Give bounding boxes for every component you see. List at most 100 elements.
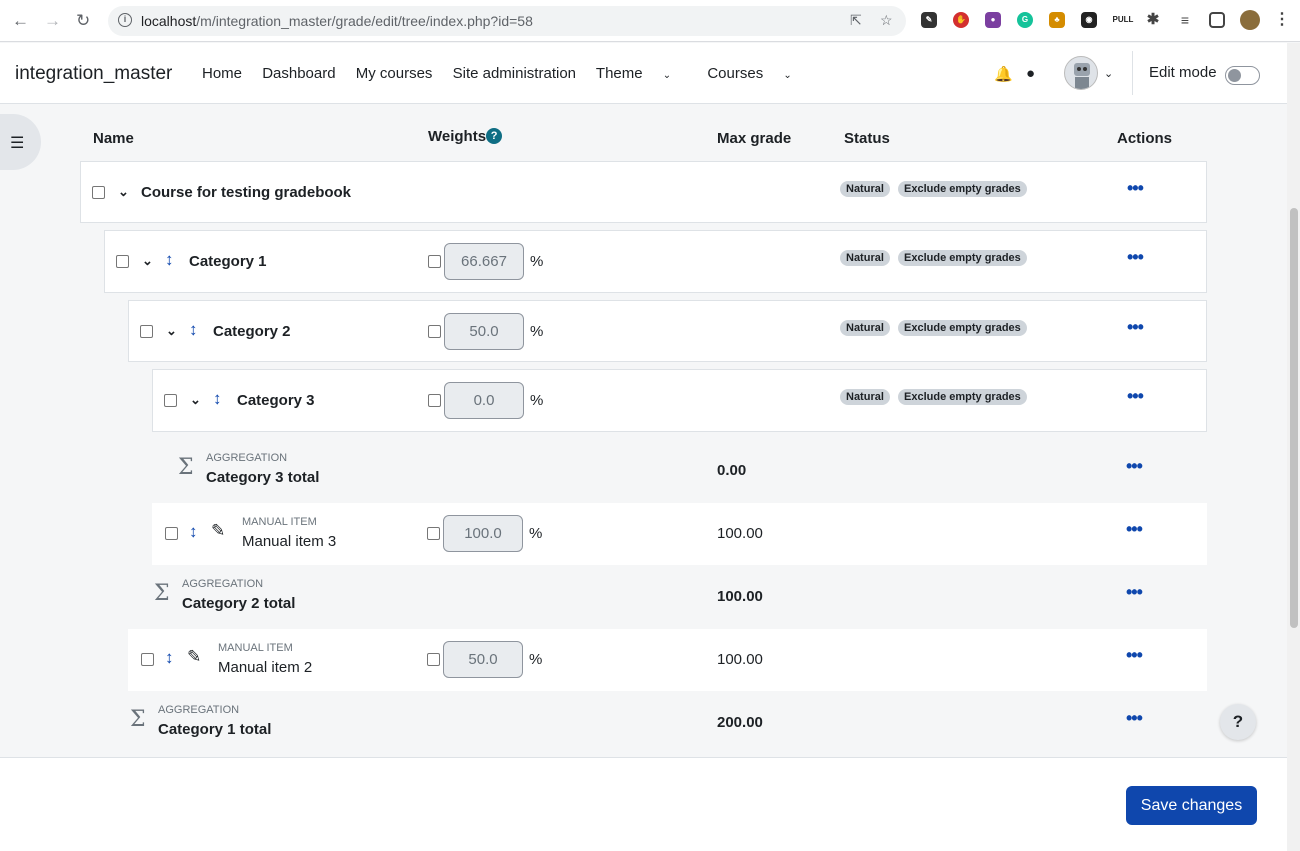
select-checkbox[interactable] [92, 186, 105, 199]
grammarly-extension-icon[interactable]: G [1017, 12, 1033, 28]
glasses-extension-icon[interactable]: ◉ [1081, 12, 1097, 28]
scrollbar-thumb[interactable] [1290, 208, 1298, 628]
side-panel-icon[interactable] [1209, 12, 1225, 28]
move-icon[interactable]: ↕ [165, 648, 174, 668]
save-changes-button[interactable]: Save changes [1126, 786, 1257, 825]
aggregation-row: Σ AGGREGATION Category 3 total 0.00 ••• [176, 440, 1207, 502]
nav-my-courses[interactable]: My courses [356, 65, 433, 82]
profile-avatar-icon[interactable] [1240, 10, 1260, 30]
status-badge: Natural [840, 320, 890, 336]
sigma-icon: Σ [130, 707, 146, 732]
help-icon[interactable]: ? [486, 128, 503, 144]
nav-theme-dropdown[interactable]: Theme ⌄ [596, 65, 687, 82]
header-name: Name [93, 130, 134, 147]
bell-icon[interactable]: 🔔 [994, 65, 1013, 83]
status-badge: Natural [840, 389, 890, 405]
actions-menu-icon[interactable]: ••• [1126, 582, 1143, 603]
percent-label: % [529, 651, 543, 668]
item-name: Category 2 total [182, 595, 296, 612]
bookmark-star-icon[interactable]: ☆ [880, 12, 893, 29]
select-checkbox[interactable] [164, 394, 177, 407]
eyedropper-extension-icon[interactable]: ✎ [921, 12, 937, 28]
weight-input[interactable]: 50.0 [443, 641, 523, 678]
course-index-drawer-button[interactable]: ☰ [0, 114, 41, 170]
weight-override-checkbox[interactable] [427, 653, 440, 666]
weight-input[interactable]: 0.0 [444, 382, 524, 419]
weight-override-checkbox[interactable] [428, 325, 441, 338]
sigma-icon: Σ [178, 455, 194, 480]
status-badge: Exclude empty grades [898, 181, 1027, 197]
site-brand[interactable]: integration_master [15, 63, 172, 85]
actions-menu-icon[interactable]: ••• [1126, 519, 1143, 540]
reload-icon[interactable]: ↻ [76, 11, 90, 31]
browser-toolbar: ← → ↻ i localhost/m/integration_master/g… [0, 0, 1300, 42]
nav-site-administration[interactable]: Site administration [453, 65, 576, 82]
user-menu-chevron-icon[interactable]: ⌄ [1104, 67, 1113, 80]
actions-menu-icon[interactable]: ••• [1127, 178, 1144, 199]
edit-icon[interactable]: ✎ [211, 521, 225, 541]
actions-menu-icon[interactable]: ••• [1127, 386, 1144, 407]
status-badge: Natural [840, 250, 890, 266]
item-type-label: MANUAL ITEM [242, 516, 317, 528]
reading-list-icon[interactable]: ≡ [1177, 12, 1193, 28]
gradebook-setup-table: Name Weights? Max grade Status Actions ⌄… [70, 104, 1217, 757]
browser-menu-icon[interactable]: ⋮ [1274, 12, 1290, 28]
actions-menu-icon[interactable]: ••• [1126, 645, 1143, 666]
edit-mode-toggle[interactable] [1225, 66, 1260, 85]
edit-icon[interactable]: ✎ [187, 647, 201, 667]
chevron-down-icon[interactable]: ⌄ [142, 253, 153, 269]
forward-icon[interactable]: → [44, 11, 61, 31]
select-checkbox[interactable] [116, 255, 129, 268]
grade-item-row: ↕ ✎ MANUAL ITEM Manual item 3 100.0 % 10… [152, 503, 1207, 565]
select-checkbox[interactable] [141, 653, 154, 666]
course-category-row: ⌄ Course for testing gradebook Natural E… [80, 161, 1207, 223]
actions-menu-icon[interactable]: ••• [1127, 247, 1144, 268]
chat-bubble-icon[interactable]: ● [1026, 65, 1035, 82]
move-icon[interactable]: ↕ [165, 250, 174, 270]
nav-home[interactable]: Home [202, 65, 242, 82]
chevron-down-icon[interactable]: ⌄ [166, 323, 177, 339]
weight-override-checkbox[interactable] [427, 527, 440, 540]
select-checkbox[interactable] [140, 325, 153, 338]
move-icon[interactable]: ↕ [189, 320, 198, 340]
site-info-icon[interactable]: i [118, 13, 132, 27]
percent-label: % [530, 392, 544, 409]
share-icon[interactable]: ⇱ [850, 12, 862, 29]
weight-input[interactable]: 50.0 [444, 313, 524, 350]
select-checkbox[interactable] [165, 527, 178, 540]
move-icon[interactable]: ↕ [189, 522, 198, 542]
percent-label: % [529, 525, 543, 542]
percent-label: % [530, 253, 544, 270]
aggregation-row: Σ AGGREGATION Category 1 total 200.00 ••… [128, 692, 1207, 754]
weight-input[interactable]: 66.667 [444, 243, 524, 280]
url-text: localhost/m/integration_master/grade/edi… [141, 13, 533, 29]
chevron-down-icon[interactable]: ⌄ [118, 184, 129, 200]
category-name: Course for testing gradebook [141, 184, 352, 201]
user-avatar[interactable] [1064, 56, 1098, 90]
move-icon[interactable]: ↕ [213, 389, 222, 409]
weight-override-checkbox[interactable] [428, 394, 441, 407]
nav-dashboard[interactable]: Dashboard [262, 65, 335, 82]
pull-extension-icon[interactable]: PULL [1112, 12, 1134, 28]
nav-courses-dropdown[interactable]: Courses ⌄ [707, 65, 807, 82]
color-extension-icon[interactable]: ● [985, 12, 1001, 28]
navbar-divider [1132, 51, 1133, 95]
stop-extension-icon[interactable]: ✋ [953, 12, 969, 28]
help-button[interactable]: ? [1220, 704, 1256, 740]
actions-menu-icon[interactable]: ••• [1126, 708, 1143, 729]
extensions-icon[interactable]: ✱ [1145, 12, 1161, 28]
page-scrollbar[interactable] [1287, 43, 1300, 851]
address-bar[interactable]: i localhost/m/integration_master/grade/e… [108, 6, 906, 36]
item-type-label: AGGREGATION [158, 704, 240, 716]
site-navbar: integration_master Home Dashboard My cou… [0, 43, 1287, 104]
puzzle-piece-extension-icon[interactable]: ♣ [1049, 12, 1065, 28]
weight-override-checkbox[interactable] [428, 255, 441, 268]
header-status: Status [844, 130, 890, 147]
actions-menu-icon[interactable]: ••• [1126, 456, 1143, 477]
chevron-down-icon: ⌄ [662, 70, 672, 81]
chevron-down-icon[interactable]: ⌄ [190, 392, 201, 408]
primary-navigation: Home Dashboard My courses Site administr… [202, 65, 824, 82]
weight-input[interactable]: 100.0 [443, 515, 523, 552]
actions-menu-icon[interactable]: ••• [1127, 317, 1144, 338]
back-icon[interactable]: ← [12, 11, 29, 31]
